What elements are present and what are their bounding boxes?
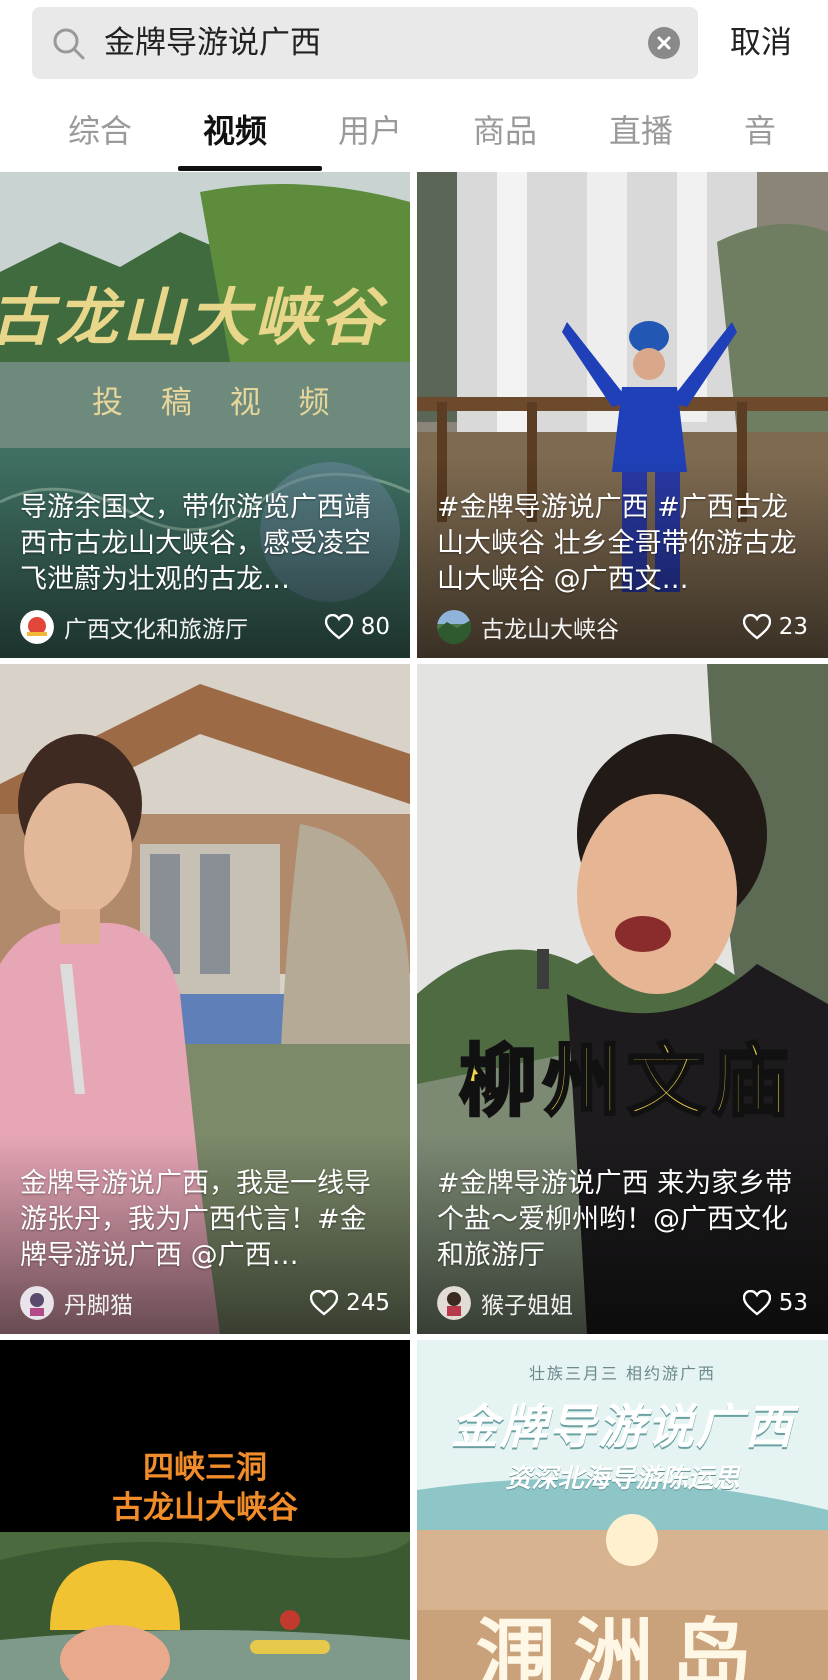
- like-count-group: 23: [742, 610, 808, 644]
- video-author[interactable]: 广西文化和旅游厅: [20, 610, 248, 644]
- tab-bar: 综合 视频 用户 商品 直播 音: [0, 92, 828, 172]
- author-name: 丹脚猫: [64, 1293, 133, 1319]
- video-card[interactable]: #金牌导游说广西 #广西古龙山大峡谷 壮乡全哥带你游古龙山大峡谷 @广西文… 古…: [417, 172, 828, 658]
- video-author[interactable]: 丹脚猫: [20, 1286, 133, 1320]
- video-card[interactable]: 柳州文庙 #金牌导游说广西 来为家乡带个盐～爱柳州哟！@广西文化和旅游厅 猴子姐…: [417, 664, 828, 1334]
- overlay-line: 四峡三洞: [143, 1450, 267, 1486]
- tab-live[interactable]: 直播: [609, 106, 673, 152]
- heart-icon: [742, 1290, 771, 1316]
- avatar: [437, 1286, 471, 1320]
- video-title: 金牌导游说广西，我是一线导游张丹，我为广西代言！#金牌导游说广西 @广西…: [20, 1168, 371, 1271]
- thumbnail-overlay-place: 涠洲岛: [475, 1610, 770, 1680]
- clear-search-button[interactable]: [648, 27, 680, 59]
- search-input[interactable]: 金牌导游说广西: [32, 7, 698, 79]
- avatar: [20, 610, 54, 644]
- heart-icon: [310, 1290, 339, 1316]
- tab-comprehensive[interactable]: 综合: [68, 106, 132, 152]
- author-name: 古龙山大峡谷: [481, 617, 619, 643]
- heart-icon: [742, 614, 771, 640]
- thumbnail-overlay-title: 金牌导游说广西: [451, 1400, 794, 1455]
- video-title: #金牌导游说广西 #广西古龙山大峡谷 壮乡全哥带你游古龙山大峡谷 @广西文…: [437, 492, 797, 595]
- tab-video[interactable]: 视频: [203, 106, 267, 152]
- like-count-group: 80: [324, 610, 390, 644]
- video-title: #金牌导游说广西 来为家乡带个盐～爱柳州哟！@广西文化和旅游厅: [437, 1168, 793, 1271]
- video-card[interactable]: 四峡三洞 古龙山大峡谷: [0, 1340, 410, 1680]
- video-card[interactable]: 壮族三月三 相约游广西 金牌导游说广西 资深北海导游陈运思 涠洲岛: [417, 1340, 828, 1680]
- overlay-line: 古龙山大峡谷: [112, 1490, 298, 1526]
- tab-music[interactable]: 音: [744, 106, 776, 152]
- tab-users[interactable]: 用户: [338, 106, 402, 152]
- like-count: 53: [778, 1290, 808, 1316]
- close-icon: [657, 36, 671, 50]
- video-grid: 古龙山大峡谷 投 稿 视 频 导游余国文，带你游览广西靖西市古龙山大峡谷，感受凌…: [0, 172, 828, 1680]
- like-count-group: 245: [310, 1286, 390, 1320]
- tab-products[interactable]: 商品: [473, 106, 537, 152]
- like-count: 80: [360, 614, 390, 640]
- search-row: 金牌导游说广西 取消: [0, 0, 828, 92]
- like-count: 23: [778, 614, 808, 640]
- like-count: 245: [346, 1290, 390, 1316]
- video-author[interactable]: 猴子姐姐: [437, 1286, 573, 1320]
- heart-icon: [324, 614, 353, 640]
- thumbnail-overlay-title: 四峡三洞 古龙山大峡谷: [0, 1448, 410, 1528]
- video-author[interactable]: 古龙山大峡谷: [437, 610, 619, 644]
- thumbnail-overlay-title: 柳州文庙: [457, 1036, 796, 1129]
- search-query: 金牌导游说广西: [104, 25, 321, 61]
- avatar: [20, 1286, 54, 1320]
- author-name: 猴子姐姐: [481, 1293, 573, 1319]
- thumbnail-overlay-title: 古龙山大峡谷: [0, 281, 387, 354]
- thumbnail-overlay-subtitle: 资深北海导游陈运思: [505, 1464, 740, 1494]
- avatar: [437, 610, 471, 644]
- author-name: 广西文化和旅游厅: [64, 617, 248, 643]
- video-card[interactable]: 金牌导游说广西，我是一线导游张丹，我为广西代言！#金牌导游说广西 @广西… 丹脚…: [0, 664, 410, 1334]
- active-tab-indicator: [178, 166, 322, 171]
- video-card[interactable]: 古龙山大峡谷 投 稿 视 频 导游余国文，带你游览广西靖西市古龙山大峡谷，感受凌…: [0, 172, 410, 658]
- like-count-group: 53: [742, 1286, 808, 1320]
- video-title: 导游余国文，带你游览广西靖西市古龙山大峡谷，感受凌空飞泄蔚为壮观的古龙…: [20, 492, 371, 595]
- cancel-button[interactable]: 取消: [730, 7, 792, 79]
- search-icon: [53, 28, 85, 60]
- thumbnail-overlay-subtitle: 投 稿 视 频: [92, 385, 344, 421]
- thumbnail-overlay-banner: 壮族三月三 相约游广西: [528, 1364, 717, 1383]
